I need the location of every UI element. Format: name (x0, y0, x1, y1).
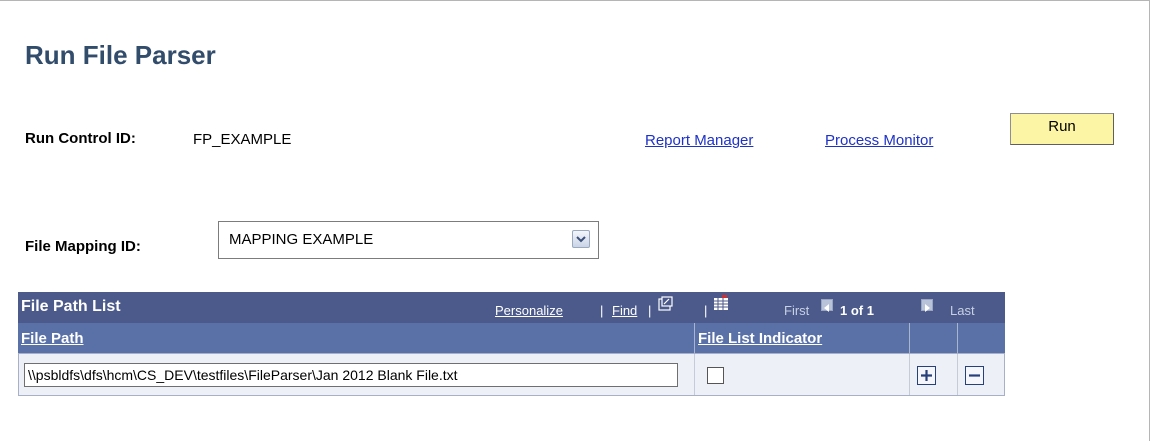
column-header-file-list-indicator: File List Indicator (695, 323, 910, 353)
file-mapping-id-label: File Mapping ID: (25, 238, 141, 255)
run-button[interactable]: Run (1010, 113, 1114, 145)
view-all-icon[interactable] (658, 296, 673, 311)
personalize-link[interactable]: Personalize (495, 303, 563, 318)
first-label: First (784, 303, 810, 318)
last-label: Last (950, 303, 975, 318)
page-title: Run File Parser (25, 40, 216, 70)
page-indicator: 1 of 1 (840, 303, 874, 318)
first-arrow-icon[interactable] (821, 299, 833, 312)
file-list-indicator-cell (695, 354, 910, 395)
file-mapping-select[interactable]: MAPPING EXAMPLE (218, 221, 599, 259)
run-control-id-value: FP_EXAMPLE (193, 131, 292, 148)
column-header-add (910, 323, 958, 353)
file-list-indicator-checkbox[interactable] (707, 367, 724, 384)
file-path-input[interactable]: \\psbldfs\dfs\hcm\CS_DEV\testfiles\FileP… (24, 363, 678, 387)
column-header-row: File Path File List Indicator (18, 323, 1005, 353)
file-list-indicator-column-link[interactable]: File List Indicator (698, 330, 822, 347)
grid-title: File Path List (21, 298, 121, 315)
last-arrow-icon[interactable] (921, 299, 933, 312)
run-control-id-label: Run Control ID: (25, 130, 136, 147)
file-mapping-selected-value: MAPPING EXAMPLE (229, 231, 374, 248)
find-link[interactable]: Find (612, 303, 637, 318)
nav-separator: | (648, 303, 652, 318)
download-to-spreadsheet-icon[interactable] (713, 295, 728, 310)
report-manager-link[interactable]: Report Manager (645, 132, 753, 149)
process-monitor-link[interactable]: Process Monitor (825, 132, 933, 149)
nav-separator: | (600, 303, 604, 318)
column-header-delete (958, 323, 1005, 353)
file-path-cell: \\psbldfs\dfs\hcm\CS_DEV\testfiles\FileP… (19, 354, 695, 395)
delete-row-button[interactable] (965, 366, 984, 385)
add-row-button[interactable] (917, 366, 936, 385)
grid-header: File Path List Personalize | Find | | Fi… (18, 292, 1005, 323)
table-row: \\psbldfs\dfs\hcm\CS_DEV\testfiles\FileP… (18, 353, 1005, 396)
plus-icon (921, 370, 932, 381)
column-header-file-path: File Path (18, 323, 695, 353)
nav-separator: | (704, 303, 708, 318)
file-path-column-link[interactable]: File Path (21, 330, 84, 347)
minus-icon (969, 374, 980, 377)
chevron-down-icon[interactable] (572, 230, 590, 248)
